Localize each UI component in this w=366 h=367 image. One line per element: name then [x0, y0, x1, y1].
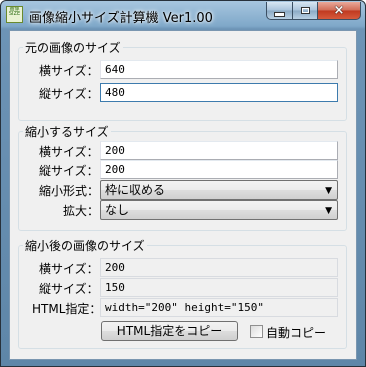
- html-spec-label: HTML指定：: [32, 302, 102, 316]
- client-area: 元の画像のサイズ 横サイズ： 640 縦サイズ： 480 縮小するサイズ 横サイ…: [9, 30, 357, 360]
- close-icon: ×: [333, 3, 345, 18]
- shrink-size-group: 縮小するサイズ 横サイズ： 200 縦サイズ： 200 縮小形式： 枠に収める …: [18, 123, 347, 231]
- app-window: 画像 SIZE 画像縮小サイズ計算機 Ver1.00 × 元の画像のサイズ 横サ…: [0, 0, 366, 367]
- auto-copy-label[interactable]: 自動コピー: [266, 324, 326, 341]
- shrink-mode-label: 縮小形式：: [39, 184, 100, 198]
- shrink-size-group-title: 縮小するサイズ: [23, 123, 111, 140]
- original-width-input[interactable]: 640: [100, 60, 338, 79]
- maximize-icon: [300, 7, 310, 14]
- shrink-width-input[interactable]: 200: [100, 141, 338, 160]
- enlarge-value: なし: [105, 203, 130, 217]
- minimize-icon: [274, 12, 285, 17]
- result-size-group: 縮小後の画像のサイズ 横サイズ： 200 縦サイズ： 150 HTML指定： w…: [18, 237, 347, 349]
- original-size-group: 元の画像のサイズ 横サイズ： 640 縦サイズ： 480: [18, 39, 347, 121]
- shrink-height-input[interactable]: 200: [100, 160, 338, 179]
- title-bar[interactable]: 画像 SIZE 画像縮小サイズ計算機 Ver1.00 ×: [1, 1, 365, 29]
- original-height-label: 縦サイズ：: [39, 87, 99, 101]
- shrink-mode-select[interactable]: 枠に収める ▼: [100, 180, 338, 200]
- result-width-label: 横サイズ：: [39, 262, 99, 276]
- enlarge-select[interactable]: なし ▼: [100, 200, 338, 220]
- result-width-output: 200: [100, 258, 338, 277]
- window-title: 画像縮小サイズ計算機 Ver1.00: [29, 11, 213, 26]
- copy-html-button[interactable]: HTML指定をコピー: [101, 321, 238, 341]
- shrink-mode-value: 枠に収める: [105, 183, 166, 197]
- html-spec-output[interactable]: width="200" height="150": [100, 298, 338, 317]
- result-height-output: 150: [100, 278, 338, 297]
- original-width-label: 横サイズ：: [39, 64, 99, 78]
- original-size-group-title: 元の画像のサイズ: [23, 39, 123, 56]
- maximize-button[interactable]: [292, 2, 318, 20]
- chevron-down-icon: ▼: [325, 206, 332, 216]
- close-button[interactable]: ×: [317, 2, 361, 20]
- original-height-input[interactable]: 480: [100, 83, 338, 102]
- result-size-group-title: 縮小後の画像のサイズ: [23, 237, 147, 254]
- app-icon[interactable]: 画像 SIZE: [6, 6, 23, 23]
- app-icon-text-bottom: SIZE: [8, 11, 21, 17]
- enlarge-label: 拡大：: [63, 204, 100, 218]
- chevron-down-icon: ▼: [325, 186, 332, 196]
- result-height-label: 縦サイズ：: [39, 282, 99, 296]
- auto-copy-checkbox[interactable]: [250, 325, 263, 338]
- shrink-height-label: 縦サイズ：: [39, 164, 99, 178]
- shrink-width-label: 横サイズ：: [39, 145, 99, 159]
- minimize-button[interactable]: [266, 2, 293, 20]
